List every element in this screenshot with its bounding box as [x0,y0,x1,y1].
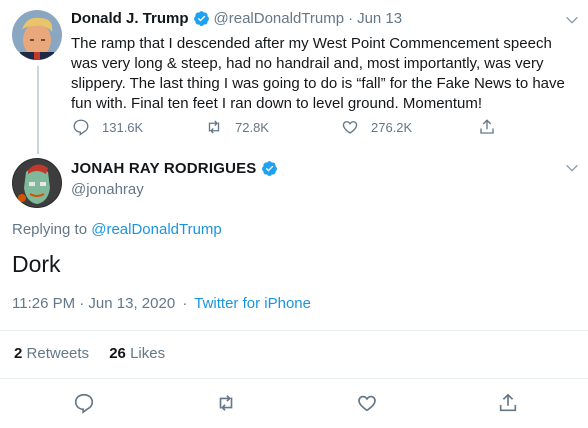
retweets-stat[interactable]: 2 Retweets [14,345,93,362]
reply-icon [73,119,89,136]
jonah-avatar[interactable] [12,158,62,208]
replying-to: Replying to @realDonaldTrump [12,221,222,238]
parent-like-count: 276.2K [371,119,413,135]
parent-reply-count: 131.6K [102,119,144,135]
heart-icon[interactable] [356,392,378,414]
divider [0,330,588,331]
tweet-meta: 11:26 PM · Jun 13, 2020 · Twitter for iP… [12,295,311,312]
replying-to-label: Replying to [12,221,92,238]
heart-icon [342,121,358,134]
trump-avatar[interactable] [12,10,62,60]
engagement-stats: 2 Retweets 26 Likes [14,345,165,362]
like-count: 26 [109,345,126,362]
verified-badge-icon [193,11,209,26]
parent-tweet-text: The ramp that I descended after my West … [71,34,586,114]
tweet-text-line: slippery. The last thing I was going to … [71,75,565,92]
chevron-down-icon[interactable] [564,160,580,176]
retweet-icon[interactable] [215,392,237,414]
timestamp[interactable]: 11:26 PM · Jun 13, 2020 [12,295,175,312]
replying-to-handle-link[interactable]: @realDonaldTrump [91,221,222,238]
tweet-text-line: was very long & steep, had no handrail a… [71,55,544,72]
tweet-text-line: The ramp that I descended after my West … [71,35,552,52]
parent-retweet-count: 72.8K [235,119,269,135]
share-icon[interactable] [497,392,519,414]
reply-icon[interactable] [73,392,95,414]
main-tweet-text: Dork [12,251,61,277]
meta-separator: · [182,295,188,312]
parent-reply-button[interactable]: 131.6K [72,118,143,136]
retweet-icon [208,120,220,134]
parent-handle[interactable]: @realDonaldTrump [214,10,345,27]
parent-display-name[interactable]: Donald J. Trump [71,10,189,27]
dot-separator: · [348,10,354,27]
main-handle[interactable]: @jonahray [71,181,144,198]
share-icon [480,119,494,134]
source-link[interactable]: Twitter for iPhone [194,295,311,312]
retweet-count: 2 [14,345,23,362]
divider [0,378,588,379]
likes-stat[interactable]: 26 Likes [109,345,165,362]
thread-connector-line [37,66,39,154]
parent-like-button[interactable]: 276.2K [341,118,412,136]
parent-retweet-button[interactable]: 72.8K [205,118,269,136]
parent-share-button[interactable] [478,118,508,136]
main-display-name[interactable]: JONAH RAY RODRIGUES [71,160,257,177]
like-label: Likes [130,345,166,362]
chevron-down-icon[interactable] [564,12,580,28]
verified-badge-icon [261,161,277,176]
parent-date[interactable]: Jun 13 [357,10,402,27]
tweet-text-line: fun with. Final ten feet I ran down to l… [71,95,483,112]
retweet-label: Retweets [26,345,90,362]
